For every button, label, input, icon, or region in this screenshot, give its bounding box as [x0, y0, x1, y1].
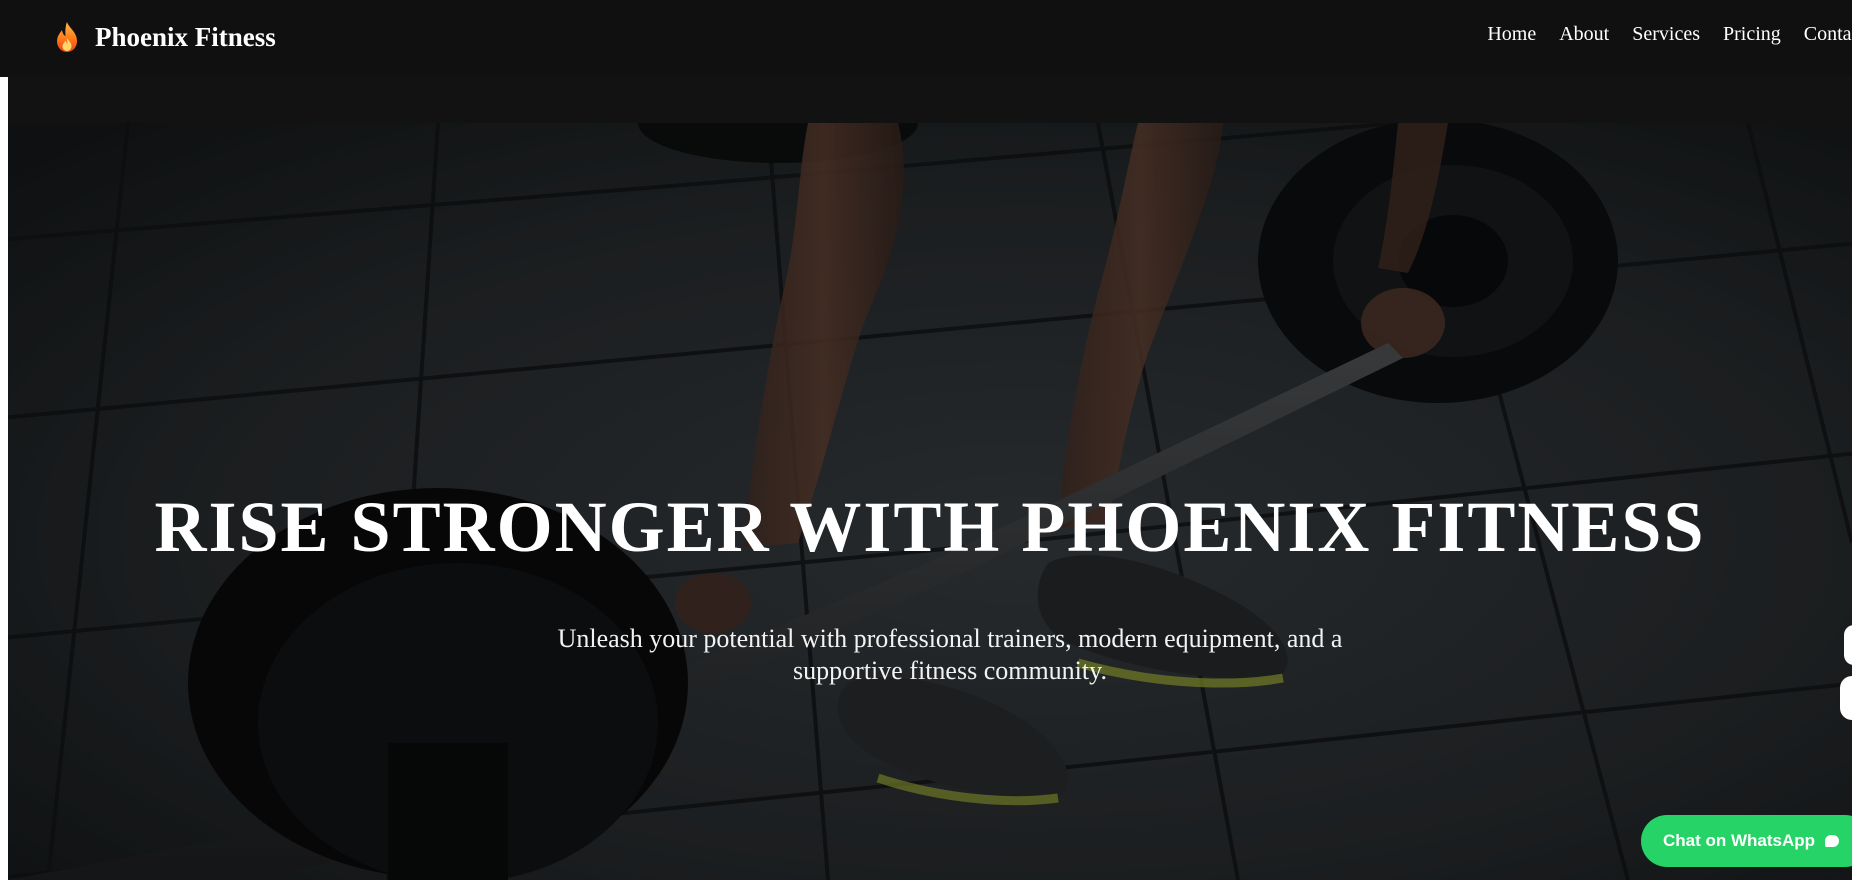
hero-title: RISE STRONGER WITH PHOENIX FITNESS: [154, 487, 1706, 567]
page-left-gutter: [0, 77, 8, 880]
nav-services-link[interactable]: Services: [1632, 21, 1700, 47]
floating-side-button-2[interactable]: [1840, 676, 1852, 720]
brand-name: Phoenix Fitness: [95, 22, 276, 52]
header-spacer-band: [8, 77, 1852, 123]
navbar: Phoenix Fitness Home About Services Pric…: [0, 0, 1852, 77]
nav-about-link[interactable]: About: [1559, 21, 1609, 47]
floating-side-button[interactable]: [1844, 625, 1852, 665]
whatsapp-chat-button[interactable]: Chat on WhatsApp: [1641, 815, 1852, 867]
nav-contact-link[interactable]: Contact: [1804, 21, 1852, 47]
hero-subtitle: Unleash your potential with professional…: [557, 624, 1343, 685]
flame-icon: [57, 22, 77, 52]
nav-home-link[interactable]: Home: [1487, 21, 1536, 47]
nav-pricing-link[interactable]: Pricing: [1723, 21, 1781, 47]
chat-bubble-icon: [1825, 835, 1840, 847]
hero-section: RISE STRONGER WITH PHOENIX FITNESS Unlea…: [8, 123, 1852, 880]
whatsapp-chat-label: Chat on WhatsApp: [1663, 831, 1816, 850]
main-nav: Home About Services Pricing Contact: [1487, 21, 1852, 47]
brand-logo-link[interactable]: Phoenix Fitness: [53, 18, 276, 56]
